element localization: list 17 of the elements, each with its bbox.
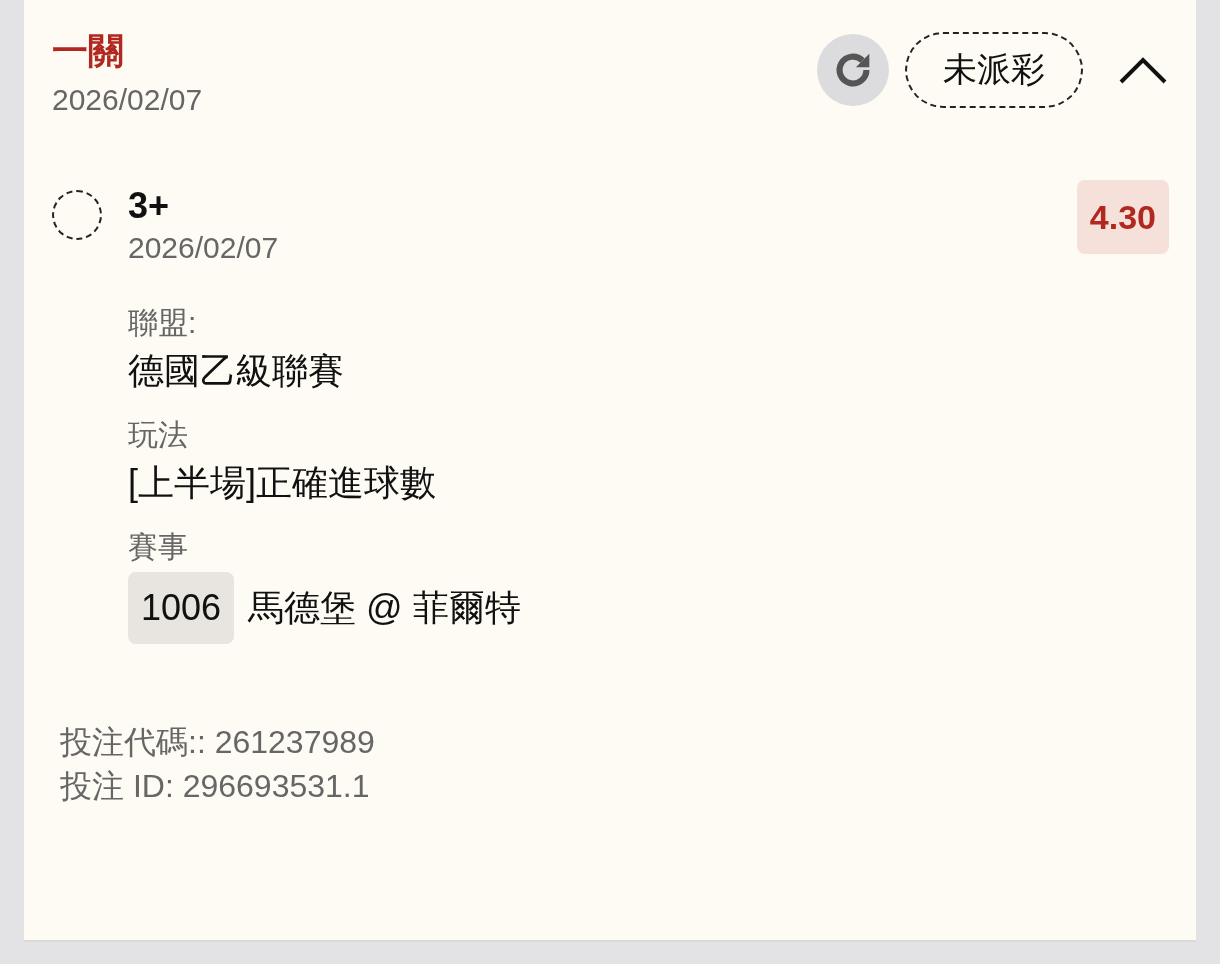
detail-value: [上半場]正確進球數 <box>128 461 437 505</box>
detail-label: 賽事 <box>128 529 189 565</box>
detail-label: 聯盟: <box>128 305 198 341</box>
match-teams: 馬德堡 @ 菲爾特 <box>248 586 521 630</box>
bet-reference: 投注代碼:: 261237989 <box>60 723 376 762</box>
odds-badge: 4.30 <box>1076 180 1169 254</box>
bet-date: 2026/02/07 <box>52 82 203 118</box>
detail-label: 玩法 <box>128 417 189 453</box>
selection-date: 2026/02/07 <box>128 230 280 266</box>
selection-name: 3+ <box>128 184 171 228</box>
detail-value: 德國乙級聯賽 <box>128 349 345 393</box>
bet-type-title: 一關 <box>52 30 125 72</box>
match-number: 1006 <box>128 572 235 644</box>
status-badge: 未派彩 <box>905 32 1083 108</box>
chevron-icon <box>1118 55 1168 85</box>
selection-radio[interactable] <box>52 190 102 240</box>
bet-reference: 投注 ID: 296693531.1 <box>60 767 371 806</box>
